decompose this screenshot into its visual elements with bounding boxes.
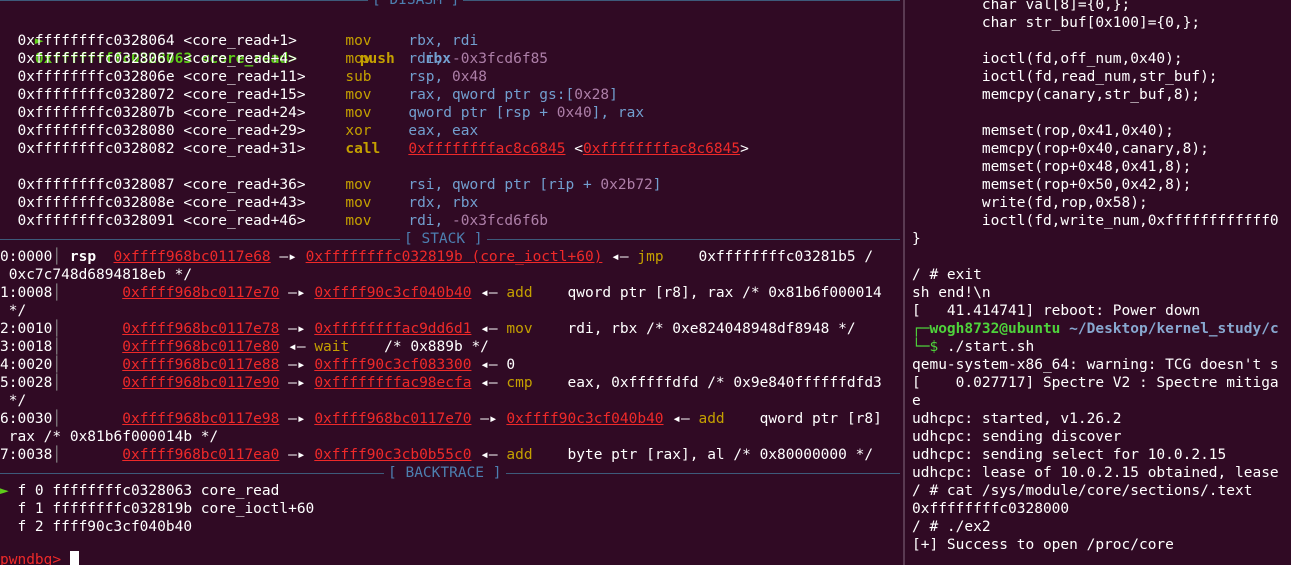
terminal-line: memset(rop+0x48,0x41,8); <box>912 159 1192 175</box>
terminal-line: [ 41.414741] reboot: Power down <box>912 303 1201 319</box>
backtrace-separator: [ BACKTRACE ] <box>0 464 900 482</box>
stack-row: 4:0020│ 0xffff968bc0117e88 —▸ 0xffff90c3… <box>0 357 516 373</box>
terminal-line: memset(rop,0x41,0x40); <box>912 123 1174 139</box>
stack-row: 3:0018│ 0xffff968bc0117e80 ◂— wait /* 0x… <box>0 339 489 355</box>
pwndbg-prompt: pwndbg> <box>0 552 70 565</box>
terminal-line: udhcpc: lease of 10.0.2.15 obtained, lea… <box>912 465 1279 481</box>
shell-command-line: └─$ ./start.sh <box>912 339 1035 355</box>
disasm-header: [ DISASM ] <box>368 0 464 9</box>
terminal-line: ioctl(fd,off_num,0x40); <box>912 51 1183 67</box>
pwndbg-pane[interactable]: [ DISASM ] ► 0xffffffffc0328063 <core_re… <box>0 0 900 565</box>
stack-header: [ STACK ] <box>400 230 487 248</box>
shell-command: ./start.sh <box>946 339 1035 355</box>
disasm-line: 0xffffffffc0328067 <core_read+4> mov rdi, … <box>17 51 549 67</box>
disasm-line: 0xffffffffc0328087 <core_read+36> mov rsi,… <box>17 177 662 193</box>
call-target-link[interactable]: 0xffffffffac8c6845 <box>408 141 565 157</box>
terminal-line: ioctl(fd,write_num,0xffffffffffff0 <box>912 213 1279 229</box>
disasm-separator: [ DISASM ] <box>0 0 900 9</box>
backtrace-frame: ► f 0 ffffffffc0328063 core_read <box>0 483 280 499</box>
terminal-line: char val[8]={0,}; <box>912 0 1131 13</box>
stack-row: 6:0030│ 0xffff968bc0117e98 —▸ 0xffff968b… <box>0 411 882 427</box>
terminal-line: / # ./ex2 <box>912 519 991 535</box>
terminal-line: e <box>912 393 921 409</box>
stack-row: 0:0000│ rsp 0xffff968bc0117e68 —▸ 0xffff… <box>0 249 874 265</box>
stack-row-continuation: */ <box>0 393 27 409</box>
disasm-line: 0xffffffffc032807b <core_read+24> mov qwor… <box>17 105 645 121</box>
backtrace-frame: f 2 ffff90c3cf040b40 <box>17 519 193 535</box>
terminal-line: memset(rop+0x50,0x42,8); <box>912 177 1192 193</box>
backtrace-frame: f 1 ffffffffc032819b core_ioctl+60 <box>17 501 315 517</box>
disasm-line: 0xffffffffc032806e <core_read+11> sub rsp,… <box>17 69 487 85</box>
user-host: wogh8732@ubuntu <box>929 321 1061 337</box>
terminal-line: udhcpc: sending discover <box>912 429 1122 445</box>
stack-row: 7:0038│ 0xffff968bc0117ea0 —▸ 0xffff90c3… <box>0 447 874 463</box>
pwndbg-prompt-line[interactable]: pwndbg> <box>0 551 79 565</box>
disasm-line: 0xffffffffc0328080 <core_read+29> xor eax,… <box>17 123 479 139</box>
terminal-line: sh end!\n <box>912 285 991 301</box>
terminal-line: / # exit <box>912 267 982 283</box>
stack-row-continuation: 0xc7c748d6894818eb */ <box>0 267 193 283</box>
text-cursor <box>69 551 79 565</box>
terminal-line: memcpy(canary,str_buf,8); <box>912 87 1201 103</box>
stack-row: 1:0008│ 0xffff968bc0117e70 —▸ 0xffff90c3… <box>0 285 882 301</box>
terminal-line: udhcpc: sending select for 10.0.2.15 <box>912 447 1227 463</box>
stack-row: 2:0010│ 0xffff968bc0117e78 —▸ 0xffffffff… <box>0 321 856 337</box>
backtrace-header: [ BACKTRACE ] <box>384 464 506 482</box>
call-target-symbol-link[interactable]: 0xffffffffac8c6845 <box>583 141 740 157</box>
terminal-line: write(fd,rop,0x58); <box>912 195 1148 211</box>
current-frame-marker: ► <box>0 483 9 499</box>
disasm-line: 0xffffffffc032808e <core_read+43> mov rdx,… <box>17 195 479 211</box>
disasm-line: 0xffffffffc0328091 <core_read+46> mov rdi,… <box>17 213 549 229</box>
terminal-line: [ 0.027717] Spectre V2 : Spectre mitiga <box>912 375 1279 391</box>
terminal-line: udhcpc: started, v1.26.2 <box>912 411 1122 427</box>
terminal-line: 0xffffffffc0328000 <box>912 501 1070 517</box>
disasm-line: 0xffffffffc0328082 <core_read+31> call 0xf… <box>17 141 749 157</box>
disasm-line-current: ► 0xffffffffc0328063 <core_read> push rbx <box>0 14 451 67</box>
qemu-terminal-pane[interactable]: char val[8]={0,}; char str_buf[0x100]={0… <box>912 0 1291 565</box>
cwd: ~/Desktop/kernel_study/c <box>1069 321 1279 337</box>
terminal-line: char str_buf[0x100]={0,}; <box>912 15 1201 31</box>
stack-row-continuation: */ <box>0 303 27 319</box>
terminal-line: ioctl(fd,read_num,str_buf); <box>912 69 1218 85</box>
pane-divider[interactable] <box>903 0 905 565</box>
terminal-line: [+] Success to open /proc/core <box>912 537 1174 553</box>
stack-row-continuation: rax /* 0x81b6f000014b */ <box>0 429 219 445</box>
disasm-line: 0xffffffffc0328072 <core_read+15> mov rax,… <box>17 87 618 103</box>
terminal-line: / # cat /sys/module/core/sections/.text <box>912 483 1253 499</box>
stack-separator: [ STACK ] <box>0 230 900 248</box>
disasm-line: 0xffffffffc0328064 <core_read+1> mov rbx, … <box>17 33 479 49</box>
stack-row: 5:0028│ 0xffff968bc0117e90 —▸ 0xffffffff… <box>0 375 882 391</box>
terminal-line: memcpy(rop+0x40,canary,8); <box>912 141 1209 157</box>
shell-prompt-header: ┌─wogh8732@ubuntu ~/Desktop/kernel_study… <box>912 321 1279 337</box>
terminal-line: qemu-system-x86_64: warning: TCG doesn't… <box>912 357 1279 373</box>
terminal-line: } <box>912 231 921 247</box>
